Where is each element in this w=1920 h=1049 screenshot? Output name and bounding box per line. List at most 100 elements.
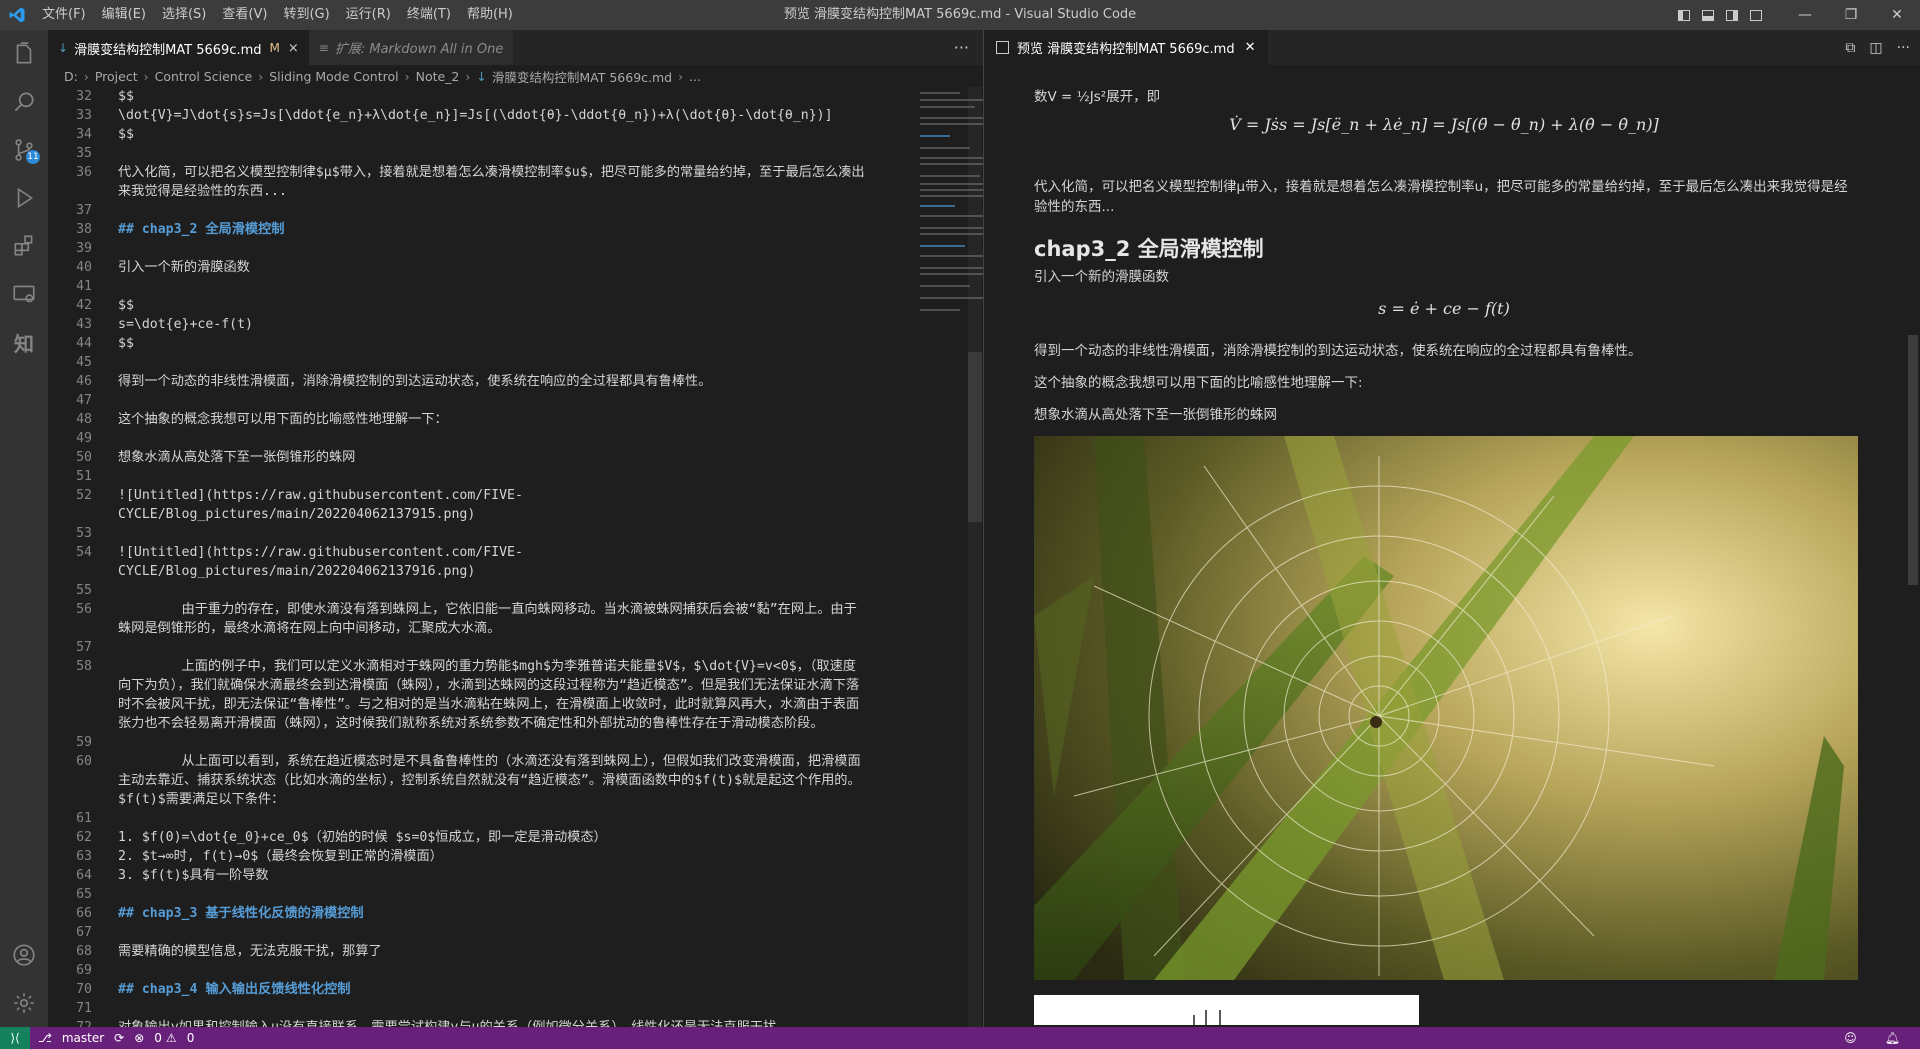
markdown-preview-pane: 预览 滑膜变结构控制MAT 5669c.md ✕ ⧉ ◫ ··· 数V = ½J… [984,30,1920,1027]
notifications-bell-icon[interactable]: 🔔︎ [1885,1031,1900,1045]
menu-edit[interactable]: 编辑(E) [94,0,154,30]
run-debug-icon[interactable] [0,174,48,222]
code-line[interactable]: 40 引入一个新的滑膜函数 [48,258,968,277]
code-line[interactable]: 69 [48,961,968,980]
code-line[interactable]: 56 由于重力的存在，即使水滴没有落到蛛网上，它依旧能一直向蛛网移动。当水滴被蛛… [48,600,968,638]
code-line[interactable]: 35 [48,144,968,163]
code-line[interactable]: 60 从上面可以看到，系统在趋近模态时是不具备鲁棒性的（水滴还没有落到蛛网上），… [48,752,968,809]
code-line[interactable]: 45 [48,353,968,372]
breadcrumb-item[interactable]: Project [95,69,138,84]
breadcrumb-item[interactable]: Note_2 [416,69,460,84]
toggle-panel-icon[interactable] [1696,0,1720,30]
extensions-icon[interactable] [0,222,48,270]
code-line[interactable]: 67 [48,923,968,942]
explorer-icon[interactable] [0,30,48,78]
line-number: 52 [76,488,92,503]
code-line[interactable]: 58 上面的例子中，我们可以定义水滴相对于蛛网的重力势能$mgh$为李雅普诺夫能… [48,657,968,733]
breadcrumb-item[interactable]: ... [689,69,701,84]
code-line[interactable]: 32 $$ [48,87,968,106]
code-line[interactable]: 53 [48,524,968,543]
minimize-button[interactable]: — [1782,0,1828,30]
settings-gear-icon[interactable] [0,979,48,1027]
more-actions-icon[interactable]: ··· [954,30,969,65]
code-line[interactable]: 59 [48,733,968,752]
account-icon[interactable] [0,931,48,979]
search-icon[interactable] [0,78,48,126]
breadcrumb-item[interactable]: D: [64,69,78,84]
close-tab-icon[interactable]: × [288,41,299,56]
code-line[interactable]: 38 ## chap3_2 全局滑模控制 [48,220,968,239]
code-line[interactable]: 43 s=\dot{e}+ce-f(t) [48,315,968,334]
code-line[interactable]: 66 ## chap3_3 基于线性化反馈的滑模控制 [48,904,968,923]
code-line[interactable]: 68 需要精确的模型信息，无法克服干扰，那算了 [48,942,968,961]
preview-icon [996,41,1009,54]
editor-scrollbar[interactable] [968,87,982,1027]
code-line[interactable]: 71 [48,999,968,1018]
code-line[interactable]: 48 这个抽象的概念我想可以用下面的比喻感性地理解一下： [48,410,968,429]
scrollbar-thumb[interactable] [968,352,982,522]
tab-markdown-file[interactable]: ↓ 滑膜变结构控制MAT 5669c.md M × [48,30,309,65]
toggle-sidebar-icon[interactable] [1672,0,1696,30]
menu-selection[interactable]: 选择(S) [154,0,214,30]
menu-help[interactable]: 帮助(H) [459,0,521,30]
menu-terminal[interactable]: 终端(T) [399,0,459,30]
code-editor[interactable]: 32 $$ 33 \dot{V}=J\dot{s}s=Js[\ddot{e_n}+λ\… [48,87,968,1027]
code-line[interactable]: 54 ![Untitled](https://raw.githubusercont… [48,543,968,581]
heading-chap3-2: chap3_2 全局滑模控制 [1034,237,1264,261]
code-line[interactable]: 46 得到一个动态的非线性滑模面，消除滑模控制的到达运动状态，使系统在响应的全过程… [48,372,968,391]
breadcrumb-item[interactable]: Sliding Mode Control [269,69,398,84]
code-line[interactable]: 44 $$ [48,334,968,353]
code-line[interactable]: 64 3. $f(t)$具有一阶导数 [48,866,968,885]
code-line[interactable]: 55 [48,581,968,600]
line-text: 由于重力的存在，即使水滴没有落到蛛网上，它依旧能一直向蛛网移动。当水滴被蛛网捕获… [118,602,857,636]
code-line[interactable]: 52 ![Untitled](https://raw.githubusercont… [48,486,968,524]
code-line[interactable]: 51 [48,467,968,486]
source-control-icon[interactable]: 11 [0,126,48,174]
code-line[interactable]: 33 \dot{V}=J\dot{s}s=Js[\ddot{e_n}+λ\dot{… [48,106,968,125]
toggle-secondary-sidebar-icon[interactable] [1720,0,1744,30]
code-line[interactable]: 41 [48,277,968,296]
code-line[interactable]: 70 ## chap3_4 输入输出反馈线性化控制 [48,980,968,999]
code-line[interactable]: 49 [48,429,968,448]
restore-button[interactable]: ❐ [1828,0,1874,30]
remote-explorer-icon[interactable] [0,270,48,318]
menu-go[interactable]: 转到(G) [275,0,337,30]
close-tab-icon[interactable]: ✕ [1245,40,1256,55]
scrollbar-thumb[interactable] [1908,335,1918,585]
code-line[interactable]: 61 [48,809,968,828]
close-button[interactable]: ✕ [1874,0,1920,30]
code-line[interactable]: 47 [48,391,968,410]
menu-view[interactable]: 查看(V) [214,0,275,30]
code-line[interactable]: 36 代入化简，可以把名义模型控制律$μ$带入，接着就是想着怎么凑滑模控制率$u$… [48,163,968,201]
code-line[interactable]: 37 [48,201,968,220]
line-text [118,809,868,828]
customize-layout-icon[interactable] [1744,0,1768,30]
zhihu-icon[interactable]: 知 [0,318,48,366]
code-line[interactable]: 72对象输出y如果和控制输入u没有直接联系，需要尝试构建y与u的关系（例如微分关… [48,1018,968,1027]
breadcrumb-item[interactable]: Control Science [155,69,253,84]
code-line[interactable]: 65 [48,885,968,904]
warning-count[interactable]: 0 [187,1031,195,1045]
tab-preview[interactable]: 预览 滑膜变结构控制MAT 5669c.md ✕ [984,30,1268,65]
code-line[interactable]: 50 想象水滴从高处落下至一张倒锥形的蛛网 [48,448,968,467]
open-source-icon[interactable]: ⧉ [1845,40,1855,56]
tab-extension-markdown[interactable]: ≡ 扩展: Markdown All in One [308,30,514,65]
preview-content[interactable]: 数V = ½Js²展开，即 V̇ = Jṡs = Js[ë_n + λė_n] … [1034,65,1874,1025]
more-actions-icon[interactable]: ··· [1897,40,1910,56]
error-count[interactable]: 0 [154,1031,162,1045]
menu-file[interactable]: 文件(F) [34,0,94,30]
sync-icon[interactable]: ⟳ [114,1031,124,1045]
remote-indicator-icon[interactable]: ⟩⟨ [0,1027,30,1049]
code-line[interactable]: 39 [48,239,968,258]
menu-run[interactable]: 运行(R) [338,0,399,30]
branch-name[interactable]: master [62,1031,104,1045]
preview-scrollbar[interactable] [1906,65,1920,1027]
code-line[interactable]: 57 [48,638,968,657]
breadcrumb-item[interactable]: 滑膜变结构控制MAT 5669c.md [492,67,672,86]
code-line[interactable]: 34 $$ [48,125,968,144]
split-editor-icon[interactable]: ◫ [1869,40,1882,56]
code-line[interactable]: 42 $$ [48,296,968,315]
feedback-icon[interactable]: ☺ [1844,1031,1857,1045]
code-line[interactable]: 62 1. $f(0)=\dot{e_0}+ce_0$（初始的时候 $s=0$恒成… [48,828,968,847]
code-line[interactable]: 63 2. $t→∞时, f(t)→0$（最终会恢复到正常的滑模面） [48,847,968,866]
